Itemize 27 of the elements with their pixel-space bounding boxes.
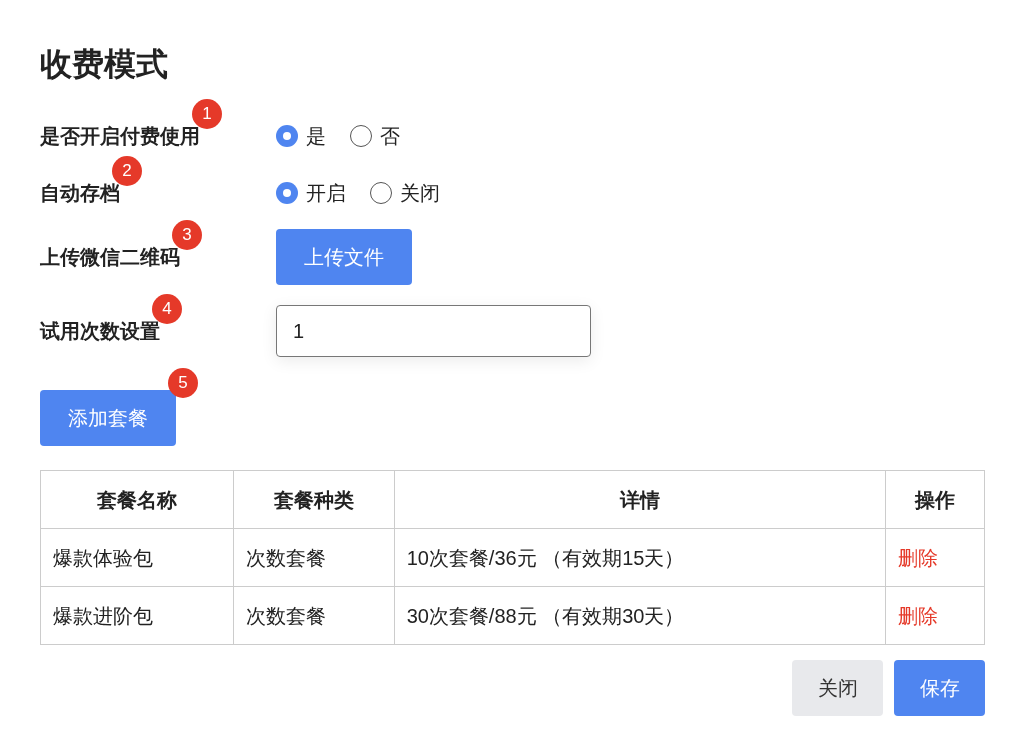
delete-link[interactable]: 删除 xyxy=(898,604,939,627)
column-header: 操作 xyxy=(885,470,985,529)
radio-button[interactable] xyxy=(276,125,298,147)
radio-option[interactable]: 是 xyxy=(276,121,326,151)
table-cell: 次数套餐 xyxy=(233,528,395,587)
table-cell: 10次套餐/36元 （有效期15天） xyxy=(394,528,886,587)
page-title: 收费模式 xyxy=(40,45,169,84)
column-header: 套餐种类 xyxy=(233,470,395,529)
upload-button[interactable]: 上传文件 xyxy=(276,229,412,285)
number-badge: 5 xyxy=(168,368,198,398)
table-cell: 次数套餐 xyxy=(233,586,395,645)
save-button[interactable]: 保存 xyxy=(894,660,985,716)
radio-option[interactable]: 开启 xyxy=(276,178,346,208)
input-field[interactable]: 1 xyxy=(276,305,591,357)
column-header: 详情 xyxy=(394,470,886,529)
table-cell: 30次套餐/88元 （有效期30天） xyxy=(394,586,886,645)
add-package-button[interactable]: 添加套餐 xyxy=(40,390,176,446)
column-header: 套餐名称 xyxy=(40,470,234,529)
close-button[interactable]: 关闭 xyxy=(792,660,883,716)
radio-option[interactable]: 否 xyxy=(350,121,400,151)
delete-link[interactable]: 删除 xyxy=(898,546,939,569)
radio-button[interactable] xyxy=(350,125,372,147)
radio-button[interactable] xyxy=(370,182,392,204)
table-cell: 爆款体验包 xyxy=(40,528,234,587)
radio-option[interactable]: 关闭 xyxy=(370,178,440,208)
radio-button[interactable] xyxy=(276,182,298,204)
table-cell: 爆款进阶包 xyxy=(40,586,234,645)
